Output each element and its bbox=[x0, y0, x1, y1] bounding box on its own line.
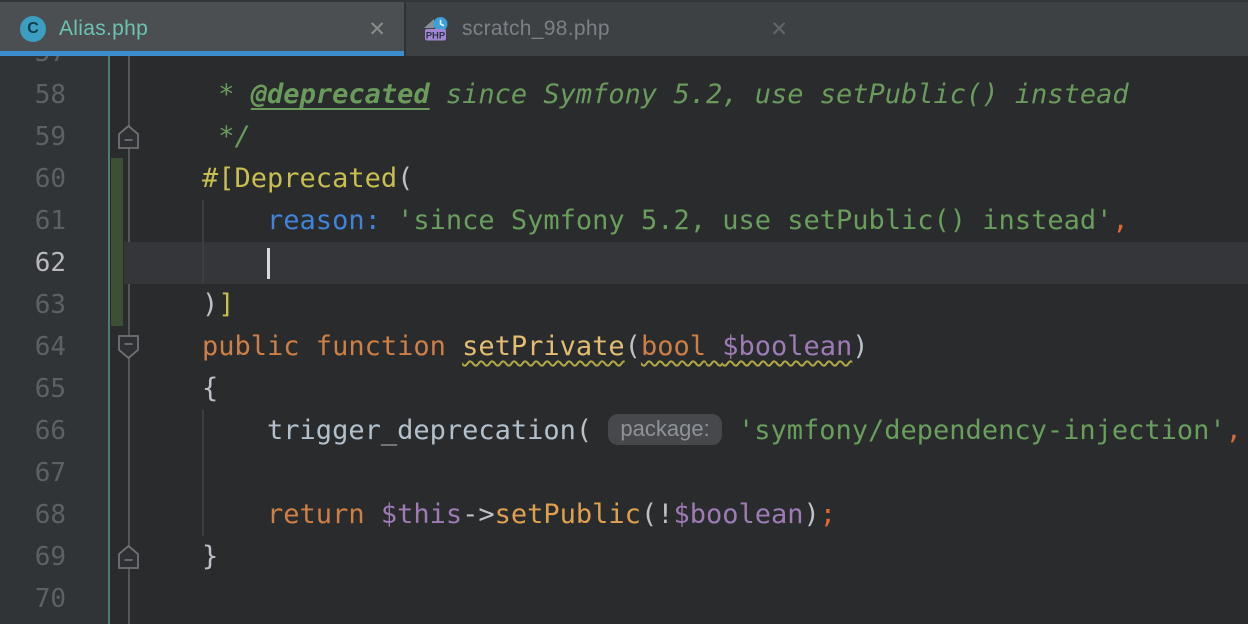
token: } bbox=[137, 541, 218, 572]
token bbox=[137, 247, 267, 278]
code-text bbox=[108, 242, 1248, 284]
line-number[interactable]: 66 bbox=[0, 410, 108, 452]
code-line-66[interactable]: 66 trigger_deprecation( package: 'symfon… bbox=[0, 410, 1248, 452]
code-text: { bbox=[108, 368, 1248, 410]
token bbox=[722, 415, 738, 446]
token: ] bbox=[218, 289, 234, 320]
fold-marker-up[interactable] bbox=[117, 123, 140, 151]
token bbox=[381, 205, 397, 236]
code-line-68[interactable]: 68 return $this->setPublic(!$boolean); bbox=[0, 494, 1248, 536]
phpstorm-editor-window: 57 *58 * @deprecated since Symfony 5.2, … bbox=[0, 0, 1248, 624]
code-text bbox=[108, 578, 1248, 620]
line-number[interactable]: 62 bbox=[0, 242, 108, 284]
code-text bbox=[108, 452, 1248, 494]
code-line-63[interactable]: 63 )] bbox=[0, 284, 1248, 326]
code-text: } bbox=[108, 536, 1248, 578]
line-number[interactable]: 69 bbox=[0, 536, 108, 578]
token: * bbox=[137, 79, 251, 110]
code-lines[interactable]: 57 *58 * @deprecated since Symfony 5.2, … bbox=[0, 32, 1248, 620]
line-number[interactable]: 65 bbox=[0, 368, 108, 410]
token: , bbox=[1226, 415, 1242, 446]
svg-text:PHP: PHP bbox=[426, 30, 446, 41]
token bbox=[706, 331, 722, 362]
code-line-62[interactable]: 62 bbox=[0, 242, 1248, 284]
code-line-58[interactable]: 58 * @deprecated since Symfony 5.2, use … bbox=[0, 74, 1248, 116]
token: $this bbox=[381, 499, 462, 530]
text-caret bbox=[267, 248, 270, 279]
token: ) bbox=[852, 331, 868, 362]
token: ) bbox=[804, 499, 820, 530]
token: , bbox=[1112, 205, 1128, 236]
code-line-60[interactable]: 60 #[Deprecated( bbox=[0, 158, 1248, 200]
close-icon[interactable]: ✕ bbox=[770, 19, 788, 40]
line-number[interactable]: 68 bbox=[0, 494, 108, 536]
token: bool bbox=[641, 331, 706, 362]
tab-label: scratch_98.php bbox=[462, 17, 610, 41]
token: reason: bbox=[137, 205, 381, 236]
token: setPrivate bbox=[462, 331, 625, 362]
code-editor[interactable]: 57 *58 * @deprecated since Symfony 5.2, … bbox=[0, 0, 1248, 624]
token: trigger_deprecation bbox=[137, 415, 576, 446]
code-text: */ bbox=[108, 116, 1248, 158]
token: return bbox=[137, 499, 381, 530]
token: { bbox=[137, 373, 218, 404]
active-tab-indicator bbox=[0, 51, 404, 56]
token: setPublic bbox=[495, 499, 641, 530]
code-line-64[interactable]: 64 public function setPrivate(bool $bool… bbox=[0, 326, 1248, 368]
token: (! bbox=[641, 499, 674, 530]
token: 'since Symfony 5.2, use setPublic() inst… bbox=[397, 205, 1112, 236]
token: */ bbox=[137, 121, 251, 152]
php-scratch-file-icon: PHP bbox=[422, 16, 449, 43]
token: ) bbox=[137, 289, 218, 320]
line-number[interactable]: 61 bbox=[0, 200, 108, 242]
token: -> bbox=[462, 499, 495, 530]
tab-scratch-98-php[interactable]: PHP scratch_98.php ✕ bbox=[404, 2, 806, 56]
token: ( bbox=[625, 331, 641, 362]
line-number[interactable]: 59 bbox=[0, 116, 108, 158]
token: ( bbox=[576, 415, 609, 446]
code-text: #[Deprecated( bbox=[108, 158, 1248, 200]
token: $boolean bbox=[722, 331, 852, 362]
token: ( bbox=[397, 163, 413, 194]
code-text: )] bbox=[108, 284, 1248, 326]
code-text: reason: 'since Symfony 5.2, use setPubli… bbox=[108, 200, 1248, 242]
token: $boolean bbox=[673, 499, 803, 530]
token: 'symfony/dependency-injection' bbox=[738, 415, 1226, 446]
code-line-59[interactable]: 59 */ bbox=[0, 116, 1248, 158]
parameter-hint-pill[interactable]: package: bbox=[608, 414, 721, 445]
token: public function bbox=[137, 331, 462, 362]
php-class-icon: C bbox=[20, 16, 46, 42]
code-line-70[interactable]: 70 bbox=[0, 578, 1248, 620]
code-line-65[interactable]: 65 { bbox=[0, 368, 1248, 410]
code-text: trigger_deprecation( package: 'symfony/d… bbox=[108, 410, 1248, 452]
fold-marker-up[interactable] bbox=[117, 543, 140, 571]
close-icon[interactable]: ✕ bbox=[368, 19, 386, 40]
code-line-69[interactable]: 69 } bbox=[0, 536, 1248, 578]
line-number[interactable]: 63 bbox=[0, 284, 108, 326]
tab-label: Alias.php bbox=[59, 17, 148, 41]
token: since Symfony 5.2, use setPublic() inste… bbox=[430, 79, 1129, 110]
code-text: return $this->setPublic(!$boolean); bbox=[108, 494, 1248, 536]
code-line-67[interactable]: 67 bbox=[0, 452, 1248, 494]
line-number[interactable]: 60 bbox=[0, 158, 108, 200]
editor-tab-bar: C Alias.php ✕ PHP scratch_98.php ✕ bbox=[0, 0, 1248, 56]
line-number[interactable]: 70 bbox=[0, 578, 108, 620]
tab-alias-php[interactable]: C Alias.php ✕ bbox=[0, 2, 404, 56]
code-text: public function setPrivate(bool $boolean… bbox=[108, 326, 1248, 368]
line-number[interactable]: 64 bbox=[0, 326, 108, 368]
code-line-61[interactable]: 61 reason: 'since Symfony 5.2, use setPu… bbox=[0, 200, 1248, 242]
token: #[Deprecated bbox=[137, 163, 397, 194]
fold-marker-down[interactable] bbox=[117, 333, 140, 361]
token: ; bbox=[820, 499, 836, 530]
code-text: * @deprecated since Symfony 5.2, use set… bbox=[108, 74, 1248, 116]
line-number[interactable]: 58 bbox=[0, 74, 108, 116]
token: @deprecated bbox=[251, 79, 430, 110]
line-number[interactable]: 67 bbox=[0, 452, 108, 494]
